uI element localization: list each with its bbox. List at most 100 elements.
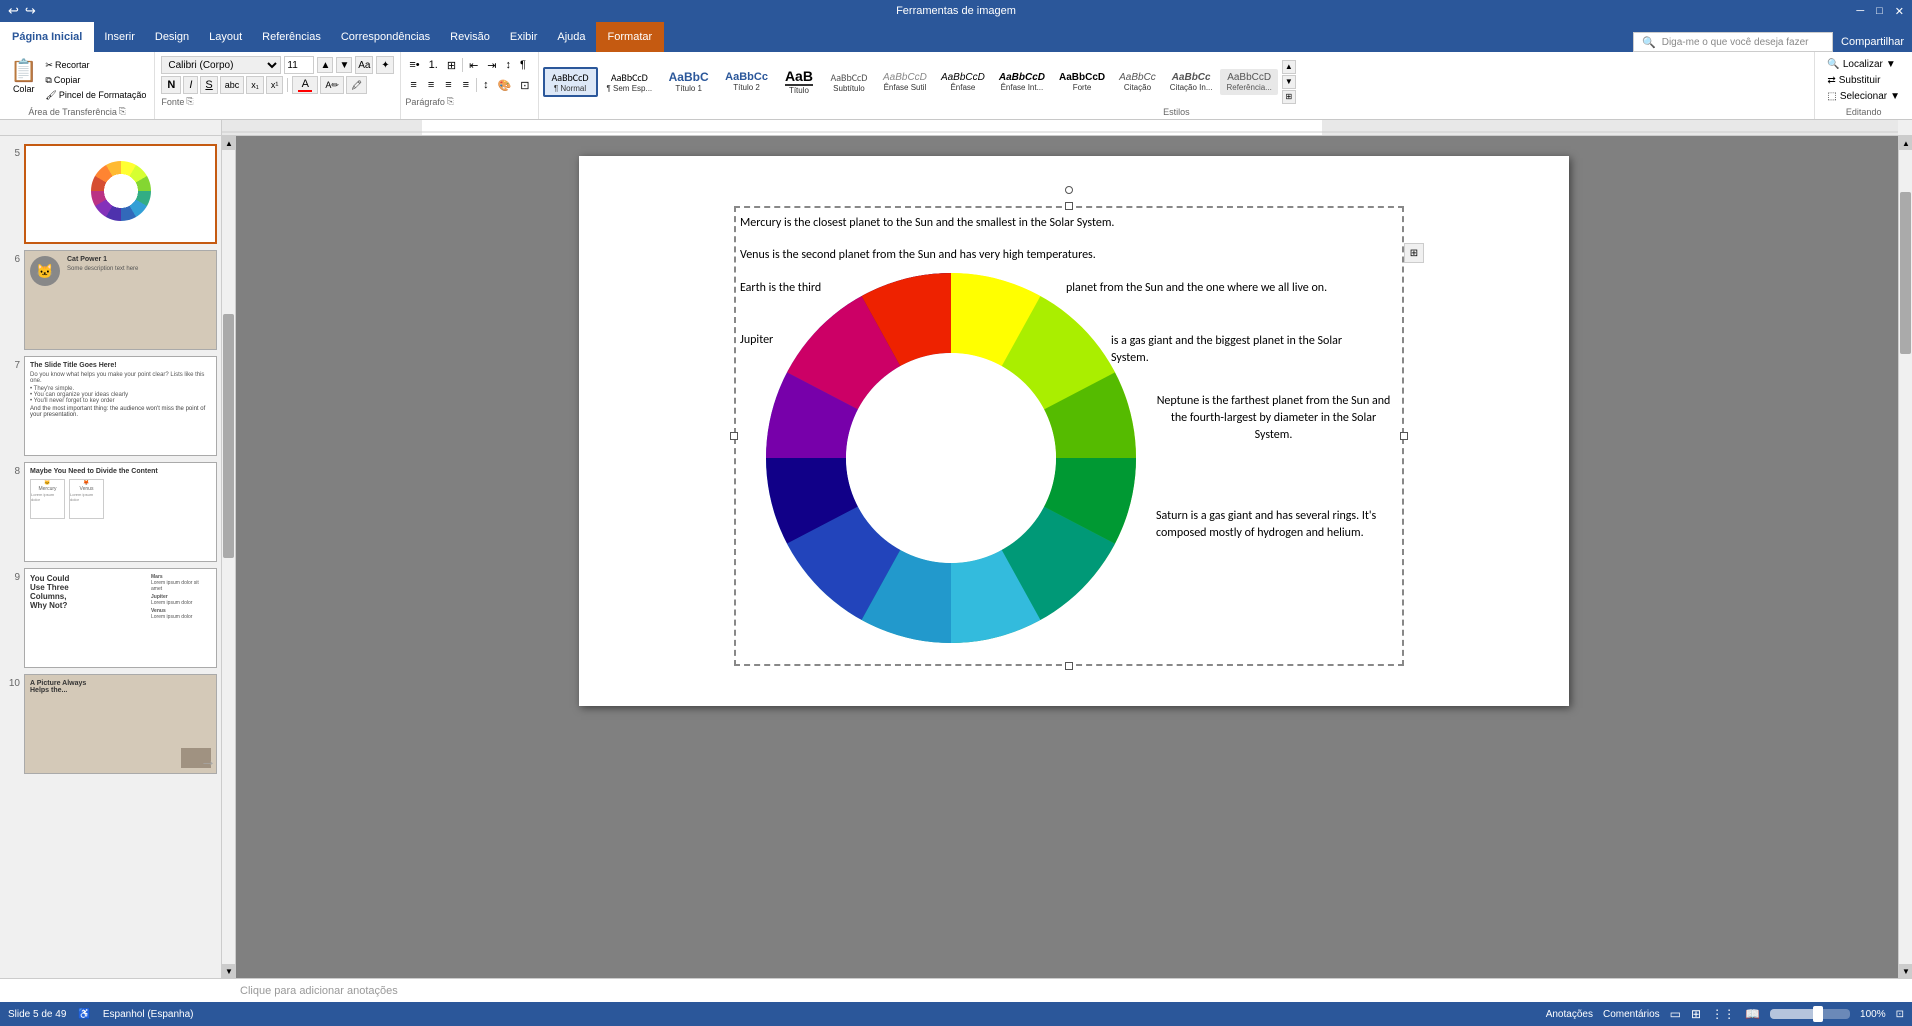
scroll-down-btn[interactable]: ▼: [222, 964, 236, 978]
highlight-btn[interactable]: A✏: [320, 76, 344, 94]
style-titulo[interactable]: AaB Título: [777, 65, 821, 98]
accessibility-icon[interactable]: ♿: [78, 1009, 90, 1020]
style-sem-esp[interactable]: AaBbCcD ¶ Sem Esp...: [600, 68, 660, 96]
canvas-vscrollbar[interactable]: ▲ ▼: [1898, 136, 1912, 978]
bold-btn[interactable]: N: [161, 76, 181, 94]
reading-view-btn[interactable]: 📖: [1745, 1007, 1760, 1021]
style-citacao-in[interactable]: AaBbCc Citação In...: [1164, 69, 1219, 95]
comments-btn[interactable]: Comentários: [1603, 1009, 1660, 1020]
show-marks-btn[interactable]: ¶: [516, 56, 530, 74]
sort-btn[interactable]: ↕: [502, 56, 516, 74]
zoom-thumb[interactable]: [1813, 1006, 1823, 1022]
strikethrough-btn[interactable]: abc: [220, 76, 245, 94]
case-btn[interactable]: ✦: [376, 56, 394, 74]
localizar-btn[interactable]: 🔍 Localizar ▼: [1823, 58, 1904, 71]
resize-handle-bottom[interactable]: [1065, 662, 1073, 670]
search-box[interactable]: 🔍 Diga-me o que você deseja fazer: [1633, 32, 1833, 52]
canvas-scroll-thumb[interactable]: [1900, 192, 1911, 355]
font-size-up-btn[interactable]: ▲: [317, 57, 333, 73]
slide-thumb-7[interactable]: 7 The Slide Title Goes Here! Do you know…: [4, 356, 217, 456]
tab-layout[interactable]: Layout: [199, 22, 252, 52]
notes-area[interactable]: Clique para adicionar anotações: [0, 978, 1912, 1002]
resize-handle-top[interactable]: [1065, 202, 1073, 210]
style-enfase-sutil[interactable]: AaBbCcD Ênfase Sutil: [877, 69, 933, 95]
align-left-btn[interactable]: ≡: [405, 76, 421, 94]
styles-scroll-down[interactable]: ▼: [1282, 75, 1296, 89]
fit-btn[interactable]: ⊡: [1896, 1009, 1904, 1020]
tab-formatar[interactable]: Formatar: [596, 22, 665, 52]
superscript-btn[interactable]: x¹: [266, 76, 284, 94]
slide-thumb-8[interactable]: 8 Maybe You Need to Divide the Content 🐱…: [4, 462, 217, 562]
underline-btn[interactable]: S: [200, 76, 217, 94]
resize-handle-left[interactable]: [730, 432, 738, 440]
undo-btn[interactable]: ↩: [8, 3, 19, 19]
style-forte[interactable]: AaBbCcD Forte: [1053, 69, 1111, 95]
style-ref[interactable]: AaBbCcD Referência...: [1220, 69, 1277, 95]
style-titulo2[interactable]: AaBbCc Título 2: [718, 68, 775, 95]
layout-tool-btn[interactable]: ⊞: [1404, 243, 1424, 263]
paragraph-expand-icon[interactable]: ⎘: [447, 96, 454, 107]
numbering-btn[interactable]: 1.: [425, 56, 442, 74]
multilevel-btn[interactable]: ⊞: [443, 56, 460, 74]
tab-design[interactable]: Design: [145, 22, 199, 52]
font-name-select[interactable]: Calibri (Corpo): [161, 56, 281, 74]
increase-indent-btn[interactable]: ⇥: [483, 56, 500, 74]
line-spacing-btn[interactable]: ↕: [479, 76, 493, 94]
styles-scroll-up[interactable]: ▲: [1282, 60, 1296, 74]
style-citacao[interactable]: AaBbCc Citação: [1113, 69, 1162, 95]
align-center-btn[interactable]: ≡: [423, 76, 439, 94]
font-size-input[interactable]: [284, 56, 314, 74]
slide-thumb-5[interactable]: 5: [4, 144, 217, 244]
sidebar-scrollbar[interactable]: ▲ ▼: [222, 136, 236, 978]
selecionar-btn[interactable]: ⬚ Selecionar ▼: [1823, 90, 1904, 103]
style-enfase-int[interactable]: AaBbCcD Ênfase Int...: [993, 69, 1051, 95]
para-shading-btn[interactable]: 🎨: [494, 76, 516, 94]
style-normal[interactable]: AaBbCcD ¶ Normal: [543, 67, 598, 97]
subscript-btn[interactable]: x₁: [246, 76, 264, 94]
scroll-up-btn[interactable]: ▲: [222, 136, 236, 150]
resize-handle-right[interactable]: [1400, 432, 1408, 440]
clear-format-btn[interactable]: Aa: [355, 56, 373, 74]
style-enfase[interactable]: AaBbCcD Ênfase: [935, 69, 991, 95]
slide-thumb-10[interactable]: 10 A Picture AlwaysHelps the... →: [4, 674, 217, 774]
slide-canvas[interactable]: Mercury is the closest planet to the Sun…: [579, 156, 1569, 706]
recortar-btn[interactable]: ✂ Recortar: [43, 59, 148, 72]
tab-exibir[interactable]: Exibir: [500, 22, 548, 52]
style-titulo1[interactable]: AaBbC Título 1: [661, 67, 716, 96]
slide-sorter-btn[interactable]: ⋮⋮: [1711, 1007, 1735, 1021]
slide-thumb-6[interactable]: 6 🐱 Cat Power 1 Some description text he…: [4, 250, 217, 350]
pincel-btn[interactable]: 🖌 Pincel de Formatação: [43, 89, 148, 102]
normal-view-btn[interactable]: ▭: [1670, 1007, 1681, 1021]
tab-referencias[interactable]: Referências: [252, 22, 331, 52]
copiar-btn[interactable]: ⧉ Copiar: [43, 74, 148, 87]
bullets-btn[interactable]: ≡•: [405, 56, 423, 74]
substituir-btn[interactable]: ⇄ Substituir: [1823, 74, 1904, 87]
shading-btn[interactable]: 🖍: [346, 76, 367, 94]
share-btn[interactable]: Compartilhar: [1841, 36, 1904, 48]
font-size-down-btn[interactable]: ▼: [336, 57, 352, 73]
clipboard-expand-icon[interactable]: ⎘: [119, 106, 126, 117]
italic-btn[interactable]: I: [183, 76, 198, 94]
zoom-slider[interactable]: [1770, 1009, 1850, 1019]
align-right-btn[interactable]: ≡: [440, 76, 456, 94]
styles-expand[interactable]: ⊞: [1282, 90, 1296, 104]
tab-ajuda[interactable]: Ajuda: [547, 22, 595, 52]
tab-correspondencias[interactable]: Correspondências: [331, 22, 440, 52]
justify-btn[interactable]: ≡: [458, 76, 474, 94]
canvas-scroll-up[interactable]: ▲: [1899, 136, 1912, 150]
redo-btn[interactable]: ↪: [25, 3, 36, 19]
slide-thumb-9[interactable]: 9 You CouldUse ThreeColumns,Why Not? Mar…: [4, 568, 217, 668]
colar-btn[interactable]: 📋 Colar: [6, 56, 41, 104]
tab-revisao[interactable]: Revisão: [440, 22, 500, 52]
font-expand-icon[interactable]: ⎘: [186, 96, 193, 107]
outline-view-btn[interactable]: ⊞: [1691, 1007, 1701, 1021]
rotation-handle[interactable]: [1065, 186, 1073, 194]
canvas-scroll-down[interactable]: ▼: [1899, 964, 1912, 978]
slide-panel[interactable]: 5 6 🐱 Cat Power 1 Some description text …: [0, 136, 222, 978]
tab-pagina-inicial[interactable]: Página Inicial: [0, 22, 94, 52]
decrease-indent-btn[interactable]: ⇤: [465, 56, 482, 74]
notes-btn[interactable]: Anotações: [1546, 1009, 1593, 1020]
scroll-thumb[interactable]: [223, 314, 234, 558]
content-textbox[interactable]: Mercury is the closest planet to the Sun…: [734, 206, 1404, 666]
borders-btn[interactable]: ⊡: [516, 76, 533, 94]
